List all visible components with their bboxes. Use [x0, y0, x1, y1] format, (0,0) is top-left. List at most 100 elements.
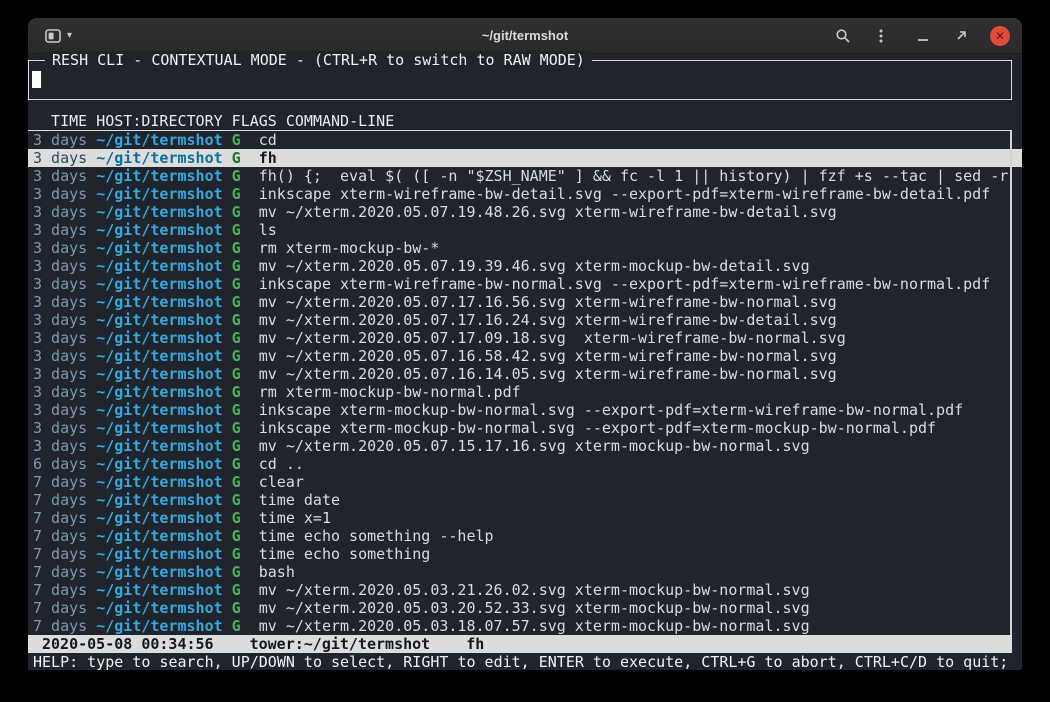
history-row[interactable]: 3 days ~/git/termshot G mv ~/xterm.2020.…: [28, 257, 1022, 275]
close-button[interactable]: ✕: [990, 26, 1010, 46]
row-time: 3 days: [33, 311, 96, 329]
row-time: 3 days: [33, 293, 96, 311]
history-row[interactable]: 6 days ~/git/termshot G cd ..: [28, 455, 1022, 473]
row-flag: G: [232, 203, 259, 221]
row-time: 3 days: [33, 185, 96, 203]
history-row[interactable]: 3 days ~/git/termshot G mv ~/xterm.2020.…: [28, 365, 1022, 383]
row-time: 7 days: [33, 581, 96, 599]
row-flag: G: [232, 221, 259, 239]
row-time: 3 days: [33, 419, 96, 437]
history-row[interactable]: 3 days ~/git/termshot G cd: [28, 131, 1022, 149]
status-host-directory: tower:~/git/termshot: [250, 635, 431, 653]
row-command: mv ~/xterm.2020.05.07.17.09.18.svg xterm…: [259, 329, 1022, 347]
row-time: 3 days: [33, 149, 96, 167]
row-flag: G: [232, 239, 259, 257]
row-directory: ~/git/termshot: [96, 329, 231, 347]
row-flag: G: [232, 617, 259, 635]
status-command: fh: [466, 635, 484, 653]
row-directory: ~/git/termshot: [96, 563, 231, 581]
row-flag: G: [232, 365, 259, 383]
mode-box: RESH CLI - CONTEXTUAL MODE - (CTRL+R to …: [28, 60, 1012, 100]
row-command: mv ~/xterm.2020.05.03.20.52.33.svg xterm…: [259, 599, 1022, 617]
history-row[interactable]: 3 days ~/git/termshot G ls: [28, 221, 1022, 239]
row-directory: ~/git/termshot: [96, 221, 231, 239]
history-row[interactable]: 3 days ~/git/termshot G mv ~/xterm.2020.…: [28, 311, 1022, 329]
row-directory: ~/git/termshot: [96, 545, 231, 563]
row-flag: G: [232, 185, 259, 203]
row-flag: G: [232, 275, 259, 293]
history-row[interactable]: 7 days ~/git/termshot G mv ~/xterm.2020.…: [28, 581, 1022, 599]
row-command: cd ..: [259, 455, 1022, 473]
row-directory: ~/git/termshot: [96, 365, 231, 383]
text-cursor: [32, 71, 41, 88]
row-time: 3 days: [33, 437, 96, 455]
row-command: mv ~/xterm.2020.05.07.16.58.42.svg xterm…: [259, 347, 1022, 365]
row-time: 7 days: [33, 491, 96, 509]
restore-button[interactable]: [952, 27, 970, 45]
row-directory: ~/git/termshot: [96, 167, 231, 185]
row-command: fh() {; eval $( ([ -n "$ZSH_NAME" ] && f…: [259, 167, 1022, 185]
status-bar: 2020-05-08 00:34:56 tower:~/git/termshot…: [28, 635, 1012, 653]
row-time: 7 days: [33, 545, 96, 563]
terminal-window: ▾ ~/git/termshot: [28, 18, 1022, 670]
history-row[interactable]: 3 days ~/git/termshot G rm xterm-mockup-…: [28, 383, 1022, 401]
history-row[interactable]: 7 days ~/git/termshot G bash: [28, 563, 1022, 581]
row-command: inkscape xterm-mockup-bw-normal.svg --ex…: [259, 419, 1022, 437]
history-row[interactable]: 3 days ~/git/termshot G mv ~/xterm.2020.…: [28, 293, 1022, 311]
row-command: mv ~/xterm.2020.05.07.19.39.46.svg xterm…: [259, 257, 1022, 275]
row-flag: G: [232, 383, 259, 401]
tab-switcher-button[interactable]: ▾: [44, 27, 72, 45]
row-flag: G: [232, 329, 259, 347]
row-time: 7 days: [33, 563, 96, 581]
row-flag: G: [232, 311, 259, 329]
row-command: mv ~/xterm.2020.05.03.18.07.57.svg xterm…: [259, 617, 1022, 635]
menu-kebab-icon[interactable]: [872, 27, 890, 45]
row-command: mv ~/xterm.2020.05.03.21.26.02.svg xterm…: [259, 581, 1022, 599]
desktop-background: ▾ ~/git/termshot: [0, 0, 1050, 702]
history-row[interactable]: 3 days ~/git/termshot G fh: [28, 149, 1022, 167]
row-flag: G: [232, 437, 259, 455]
minimize-button[interactable]: [914, 27, 932, 45]
row-time: 3 days: [33, 401, 96, 419]
row-flag: G: [232, 473, 259, 491]
history-row[interactable]: 7 days ~/git/termshot G mv ~/xterm.2020.…: [28, 599, 1022, 617]
row-flag: G: [232, 545, 259, 563]
history-row[interactable]: 7 days ~/git/termshot G time echo someth…: [28, 545, 1022, 563]
history-row[interactable]: 7 days ~/git/termshot G time echo someth…: [28, 527, 1022, 545]
history-row[interactable]: 3 days ~/git/termshot G mv ~/xterm.2020.…: [28, 347, 1022, 365]
scrollbar[interactable]: [1010, 131, 1012, 636]
history-row[interactable]: 7 days ~/git/termshot G time date: [28, 491, 1022, 509]
history-row[interactable]: 7 days ~/git/termshot G clear: [28, 473, 1022, 491]
mode-box-title: RESH CLI - CONTEXTUAL MODE - (CTRL+R to …: [45, 51, 592, 69]
row-time: 7 days: [33, 473, 96, 491]
row-time: 3 days: [33, 365, 96, 383]
history-row[interactable]: 3 days ~/git/termshot G inkscape xterm-w…: [28, 275, 1022, 293]
history-row[interactable]: 3 days ~/git/termshot G inkscape xterm-w…: [28, 185, 1022, 203]
history-row[interactable]: 7 days ~/git/termshot G mv ~/xterm.2020.…: [28, 617, 1022, 635]
history-row[interactable]: 3 days ~/git/termshot G mv ~/xterm.2020.…: [28, 203, 1022, 221]
row-flag: G: [232, 347, 259, 365]
terminal-screen[interactable]: RESH CLI - CONTEXTUAL MODE - (CTRL+R to …: [28, 54, 1022, 670]
row-directory: ~/git/termshot: [96, 617, 231, 635]
row-time: 7 days: [33, 509, 96, 527]
row-time: 3 days: [33, 347, 96, 365]
row-directory: ~/git/termshot: [96, 401, 231, 419]
history-header: TIME HOST:DIRECTORY FLAGS COMMAND-LINE: [28, 112, 1012, 131]
history-row[interactable]: 3 days ~/git/termshot G inkscape xterm-m…: [28, 419, 1022, 437]
history-row[interactable]: 3 days ~/git/termshot G rm xterm-mockup-…: [28, 239, 1022, 257]
history-row[interactable]: 3 days ~/git/termshot G fh() {; eval $( …: [28, 167, 1022, 185]
row-flag: G: [232, 491, 259, 509]
row-flag: G: [232, 563, 259, 581]
history-row[interactable]: 3 days ~/git/termshot G mv ~/xterm.2020.…: [28, 437, 1022, 455]
row-time: 3 days: [33, 257, 96, 275]
row-directory: ~/git/termshot: [96, 419, 231, 437]
history-row[interactable]: 3 days ~/git/termshot G inkscape xterm-m…: [28, 401, 1022, 419]
history-row[interactable]: 7 days ~/git/termshot G time x=1: [28, 509, 1022, 527]
search-icon[interactable]: [834, 27, 852, 45]
row-command: time echo something --help: [259, 527, 1022, 545]
history-row[interactable]: 3 days ~/git/termshot G mv ~/xterm.2020.…: [28, 329, 1022, 347]
titlebar[interactable]: ▾ ~/git/termshot: [28, 18, 1022, 54]
row-time: 3 days: [33, 329, 96, 347]
chevron-down-icon: ▾: [67, 30, 72, 41]
row-flag: G: [232, 419, 259, 437]
